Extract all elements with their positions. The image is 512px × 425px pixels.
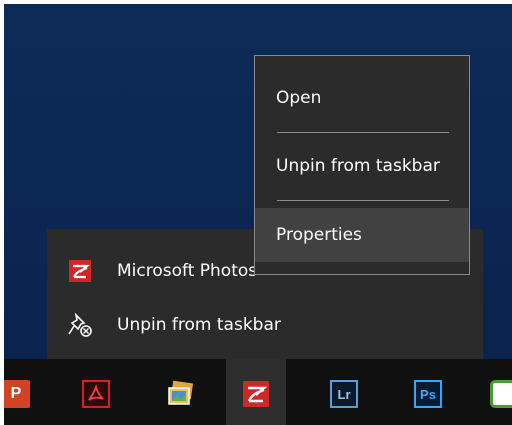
green-app-icon	[490, 380, 512, 408]
jump-list-item-unpin[interactable]: Unpin from taskbar	[47, 303, 483, 347]
menu-separator	[277, 200, 449, 201]
jump-list-label-microsoft-photos: Microsoft Photos	[117, 261, 258, 281]
taskbar-app-acrobat[interactable]	[66, 359, 126, 425]
taskbar-app-microsoft-photos[interactable]	[226, 359, 286, 425]
acrobat-icon	[82, 380, 110, 408]
menu-separator	[277, 132, 449, 133]
menu-item-unpin[interactable]: Unpin from taskbar	[255, 144, 469, 188]
unpin-icon	[67, 312, 93, 338]
menu-item-properties[interactable]: Properties	[255, 208, 469, 262]
menu-item-open-label: Open	[276, 88, 322, 108]
menu-item-unpin-label: Unpin from taskbar	[276, 156, 440, 176]
taskbar-app-photo-app[interactable]	[150, 359, 210, 425]
menu-item-properties-label: Properties	[276, 225, 362, 245]
taskbar-app-photoshop[interactable]: Ps	[398, 359, 458, 425]
photos-icon	[67, 258, 93, 284]
lightroom-icon: Lr	[330, 380, 358, 408]
taskbar-app-lightroom[interactable]: Lr	[314, 359, 374, 425]
photo-app-icon	[166, 380, 194, 408]
photoshop-icon: Ps	[414, 380, 442, 408]
taskbar-app-green-app[interactable]	[474, 359, 512, 425]
powerpoint-icon: P	[4, 380, 30, 408]
context-menu: Open Unpin from taskbar Properties	[254, 55, 470, 275]
jump-list-label-unpin: Unpin from taskbar	[117, 315, 281, 335]
taskbar: P Lr Ps	[4, 359, 512, 425]
photos-icon	[242, 380, 270, 408]
desktop: Microsoft Photos Unpin from taskbar Open…	[4, 4, 512, 425]
taskbar-app-powerpoint[interactable]: P	[4, 359, 46, 425]
menu-item-open[interactable]: Open	[255, 76, 469, 120]
